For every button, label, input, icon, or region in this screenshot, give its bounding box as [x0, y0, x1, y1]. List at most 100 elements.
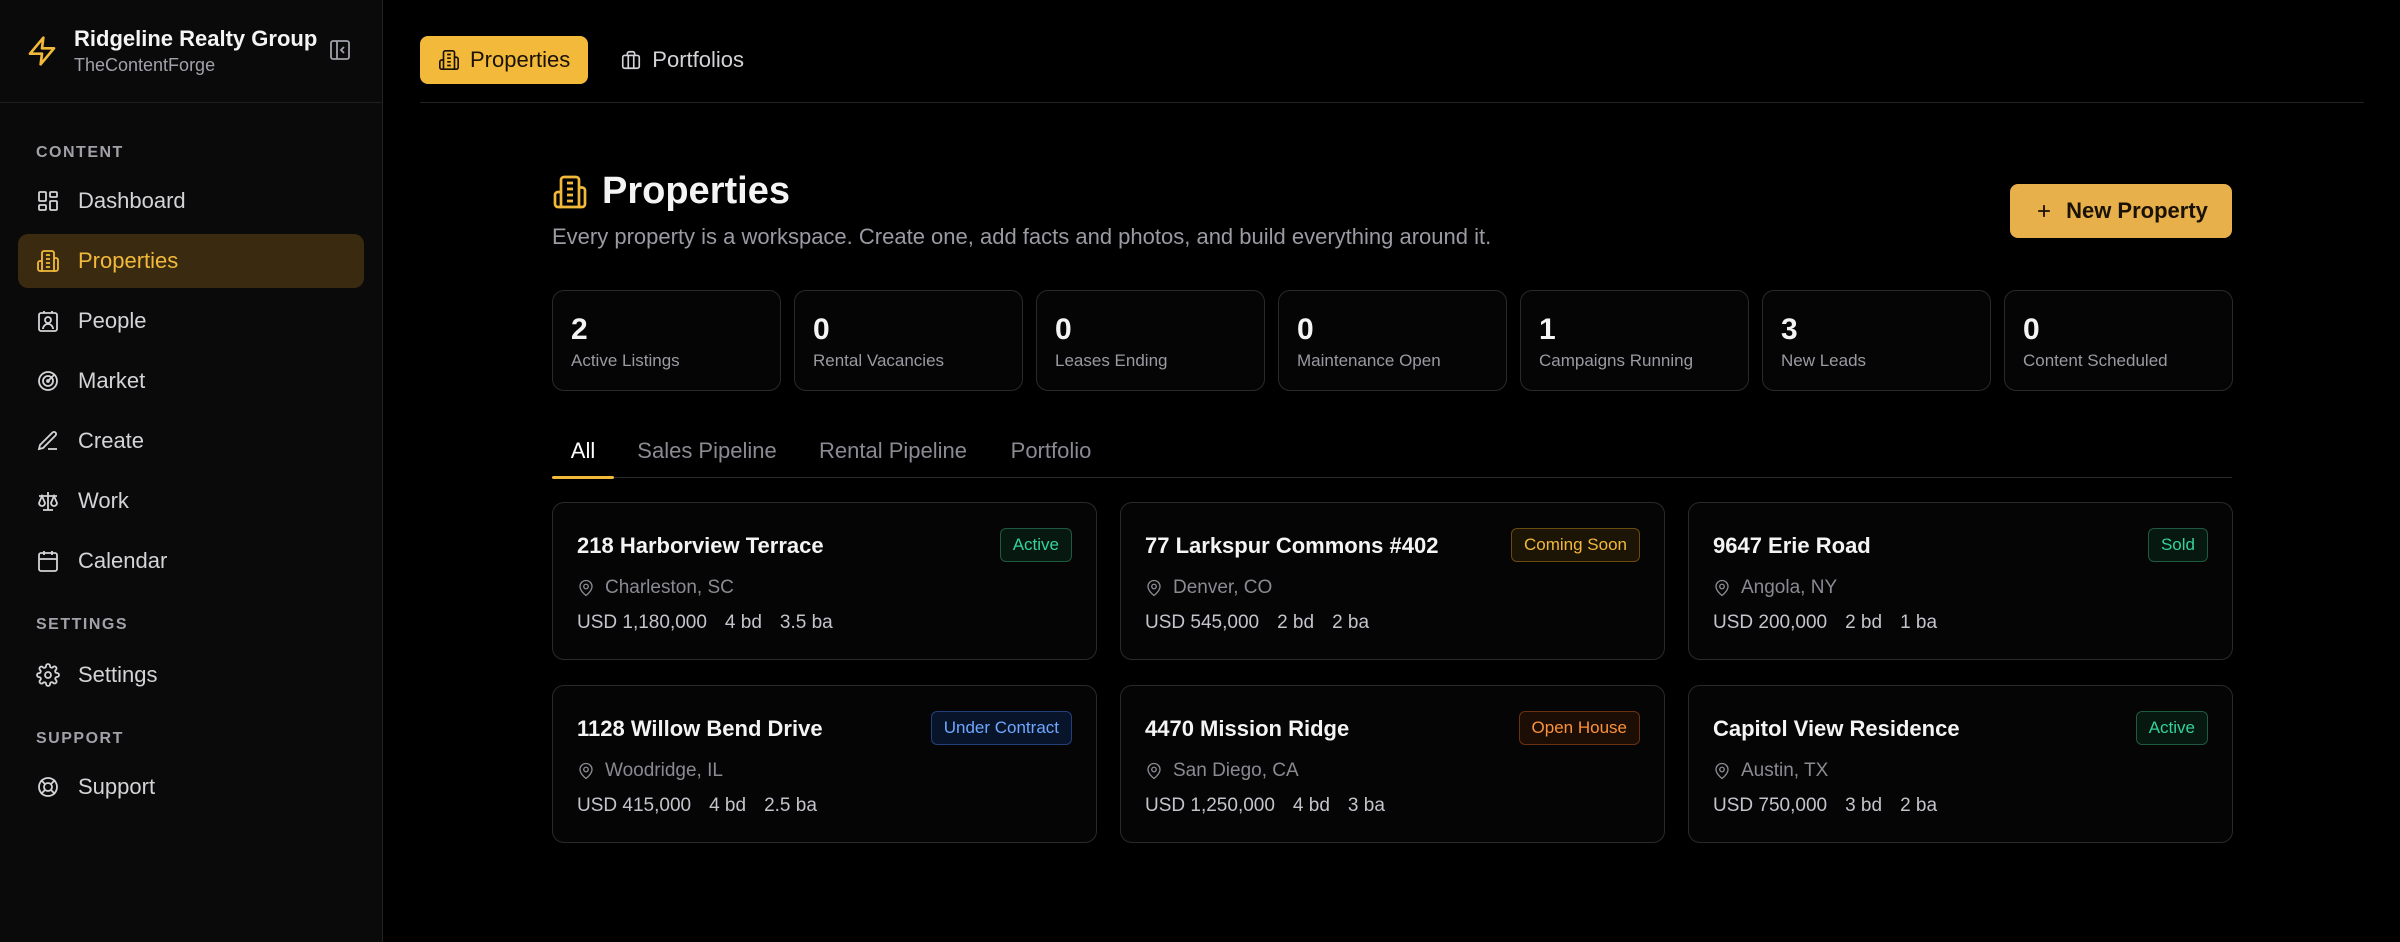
property-beds: 3 bd [1845, 795, 1883, 816]
brand-header: Ridgeline Realty Group TheContentForge [0, 0, 382, 103]
status-badge: Open House [1518, 711, 1640, 745]
property-beds: 4 bd [724, 612, 762, 633]
property-beds: 2 bd [1845, 612, 1883, 633]
stat-value: 2 [571, 313, 588, 346]
filter-tabs: All Sales Pipeline Rental Pipeline Portf… [552, 424, 2232, 479]
property-baths: 3.5 ba [779, 612, 833, 633]
stat-card: 0 Leases Ending [1036, 290, 1265, 391]
stat-label: New Leads [1781, 351, 1867, 370]
stat-label: Leases Ending [1055, 351, 1168, 370]
status-badge: Sold [2147, 528, 2208, 562]
property-title: 77 Larkspur Commons #402 [1145, 533, 1439, 558]
property-price: USD 1,180,000 [577, 612, 707, 633]
stat-card: 0 Rental Vacancies [794, 290, 1023, 391]
property-title: 1128 Willow Bend Drive [577, 716, 823, 741]
sidebar-item-people[interactable]: People [18, 294, 364, 348]
stat-card: 0 Content Scheduled [2004, 290, 2233, 391]
sidebar-item-properties[interactable]: Properties [18, 234, 364, 288]
property-beds: 2 bd [1277, 612, 1315, 633]
tab-properties[interactable]: Properties [420, 36, 589, 84]
sidebar-item-label: People [78, 308, 147, 333]
sidebar-item-work[interactable]: Work [18, 474, 364, 528]
sidebar-item-label: Dashboard [78, 188, 186, 213]
location-text: San Diego, CA [1173, 760, 1299, 781]
stat-label: Campaigns Running [1539, 351, 1694, 370]
sidebar-item-support[interactable]: Support [18, 760, 364, 814]
property-price: USD 545,000 [1145, 612, 1260, 633]
property-meta: USD 415,000 4 bd 2.5 ba [577, 795, 817, 817]
tab-portfolios-label: Portfolios [652, 47, 744, 72]
stat-value: 1 [1539, 313, 1556, 346]
property-meta: USD 545,000 2 bd 2 ba [1145, 612, 1369, 634]
sidebar-item-label: Support [78, 774, 156, 799]
scale-icon [38, 492, 58, 511]
tab-sales-pipeline[interactable]: Sales Pipeline [636, 424, 778, 478]
tab-all[interactable]: All [552, 424, 614, 479]
building-icon [553, 175, 587, 208]
sidebar-item-label: Work [78, 488, 129, 513]
property-card[interactable]: 1128 Willow Bend Drive Under Contract Wo… [552, 685, 1097, 843]
brand-name: Ridgeline Realty Group [74, 26, 318, 51]
property-card[interactable]: 4470 Mission Ridge Open House San Diego,… [1120, 685, 1665, 843]
sidebar-item-label: Market [78, 368, 146, 393]
sidebar-item-settings[interactable]: Settings [18, 648, 364, 702]
property-location: San Diego, CA [1145, 760, 1299, 782]
property-card[interactable]: Capitol View Residence Active Austin, TX… [1688, 685, 2233, 843]
stat-label: Maintenance Open [1297, 351, 1441, 370]
property-card[interactable]: 9647 Erie Road Sold Angola, NY USD 200,0… [1688, 502, 2233, 660]
briefcase-icon [622, 50, 641, 70]
brand-text: Ridgeline Realty Group TheContentForge [74, 25, 317, 77]
sidebar-item-calendar[interactable]: Calendar [18, 534, 364, 588]
sidebar-item-create[interactable]: Create [18, 414, 364, 468]
stat-label: Rental Vacancies [813, 351, 945, 370]
property-baths: 3 ba [1347, 795, 1385, 816]
property-card[interactable]: 218 Harborview Terrace Active Charleston… [552, 502, 1097, 660]
tab-portfolio[interactable]: Portfolio [1008, 424, 1094, 478]
sidebar-item-dashboard[interactable]: Dashboard [18, 174, 364, 228]
new-property-button[interactable]: New Property [2010, 184, 2232, 238]
property-baths: 2 ba [1332, 612, 1370, 633]
sidebar-item-label: Settings [78, 662, 158, 687]
location-text: Angola, NY [1741, 577, 1838, 598]
property-card[interactable]: 77 Larkspur Commons #402 Coming Soon Den… [1120, 502, 1665, 660]
top-nav: Properties Portfolios [420, 36, 762, 84]
map-pin-icon [1715, 762, 1729, 780]
property-price: USD 1,250,000 [1145, 795, 1275, 816]
property-baths: 2 ba [1900, 795, 1938, 816]
new-property-label: New Property [2066, 198, 2208, 223]
status-badge: Coming Soon [1510, 528, 1640, 562]
section-label-support: SUPPORT [36, 730, 124, 747]
property-location: Charleston, SC [577, 577, 734, 599]
property-title: Capitol View Residence [1713, 716, 1960, 741]
section-label-content: CONTENT [36, 144, 124, 161]
stat-label: Active Listings [571, 351, 680, 370]
tab-rental-pipeline[interactable]: Rental Pipeline [818, 424, 968, 478]
property-meta: USD 1,250,000 4 bd 3 ba [1145, 795, 1385, 817]
building-icon [439, 50, 459, 70]
property-title: 9647 Erie Road [1713, 533, 1871, 558]
location-text: Denver, CO [1173, 577, 1273, 598]
property-beds: 4 bd [1292, 795, 1330, 816]
collapse-sidebar-icon[interactable] [328, 38, 352, 62]
property-meta: USD 750,000 3 bd 2 ba [1713, 795, 1937, 817]
sidebar-item-market[interactable]: Market [18, 354, 364, 408]
property-price: USD 750,000 [1713, 795, 1828, 816]
page-header: Properties [552, 170, 790, 213]
stats-row: 2 Active Listings 0 Rental Vacancies 0 Leas… [552, 290, 2233, 391]
property-location: Angola, NY [1713, 577, 1837, 599]
stat-card: 0 Maintenance Open [1278, 290, 1507, 391]
calendar-icon [38, 551, 58, 572]
property-location: Denver, CO [1145, 577, 1272, 599]
stat-value: 0 [813, 313, 830, 346]
dashboard-icon [38, 191, 58, 211]
tab-portfolios[interactable]: Portfolios [602, 36, 762, 84]
map-pin-icon [579, 579, 593, 597]
property-location: Austin, TX [1713, 760, 1828, 782]
divider [420, 102, 2364, 103]
plus-icon [2038, 205, 2050, 217]
sidebar-item-label: Calendar [78, 548, 168, 573]
stat-card: 1 Campaigns Running [1520, 290, 1749, 391]
sidebar-item-label: Create [78, 428, 145, 453]
location-text: Charleston, SC [605, 577, 734, 598]
lightning-logo-icon [28, 36, 56, 66]
